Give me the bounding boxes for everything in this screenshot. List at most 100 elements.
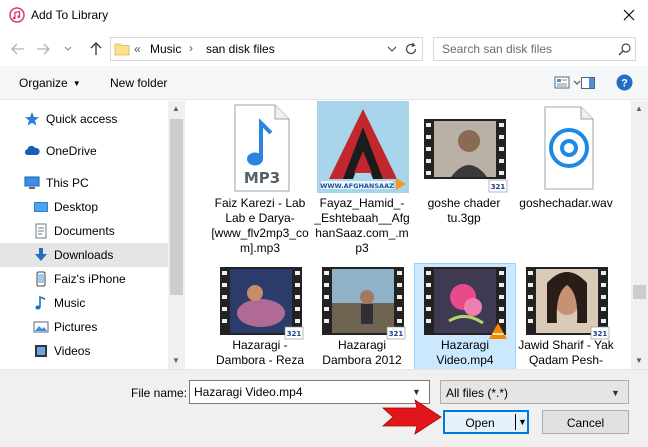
scroll-up-icon[interactable]: ▲: [172, 104, 180, 113]
file-name-field[interactable]: [194, 385, 404, 399]
file-item[interactable]: WWW.AFGHANSAAZ Fayaz_Hamid_-_Eshtebaah__…: [312, 101, 414, 269]
file-item[interactable]: 321 goshe chader tu.3gp: [414, 101, 516, 269]
cancel-button[interactable]: Cancel: [542, 410, 629, 434]
file-name: Fayaz_Hamid_-_Eshtebaah__AfghanSaaz.com_…: [314, 196, 410, 255]
search-input[interactable]: [442, 42, 612, 56]
svg-text:MP3: MP3: [244, 169, 280, 187]
file-name-label: File name:: [131, 386, 188, 400]
pictures-icon: [33, 321, 49, 333]
file-item[interactable]: MP3 Faiz Karezi - Lab Lab e Darya-[www_f…: [210, 101, 312, 269]
download-icon: [35, 248, 47, 261]
video-thumbnail: 321: [424, 119, 508, 193]
scrollbar-thumb[interactable]: [170, 119, 183, 295]
close-icon: [623, 9, 635, 21]
svg-text:321: 321: [491, 183, 506, 191]
afghansaaz-watermark: WWW.AFGHANSAAZ: [320, 182, 394, 190]
navigation-pane: Quick access OneDrive This PC Desktop Do…: [0, 101, 185, 369]
file-item[interactable]: 321 Hazaragi - Dambora - Reza: [210, 263, 312, 369]
file-name: goshe chader tu.3gp: [427, 196, 501, 225]
annotation-arrow-icon: [381, 399, 442, 435]
mp3-file-icon: MP3: [234, 104, 290, 192]
cancel-label: Cancel: [566, 416, 605, 430]
window-title: Add To Library: [31, 8, 109, 22]
sidebar-item-desktop[interactable]: Desktop: [0, 195, 168, 219]
svg-text:321: 321: [593, 330, 608, 338]
file-name: Hazaragi Video.mp4: [436, 338, 494, 367]
add-to-library-dialog: Add To Library « Music › san disk files …: [0, 0, 648, 447]
file-item-selected[interactable]: Hazaragi Video.mp4: [414, 263, 516, 369]
dialog-footer: File name: ▼ All files (*.*) ▼ Open ▼ Ca…: [0, 369, 648, 447]
breadcrumb-music[interactable]: Music: [150, 42, 181, 56]
file-item[interactable]: 321 Hazaragi Dambora 2012: [312, 263, 414, 369]
sidebar-item-music[interactable]: Music: [0, 291, 168, 315]
preview-pane-icon[interactable]: [580, 75, 596, 91]
help-icon[interactable]: ?: [616, 74, 633, 91]
caret-down-icon: ▼: [72, 79, 81, 89]
open-label: Open: [465, 416, 495, 430]
recent-locations-button[interactable]: [62, 39, 74, 59]
file-name: goshechadar.wav: [519, 196, 613, 210]
title-bar: Add To Library: [0, 0, 648, 31]
file-item[interactable]: goshechadar.wav: [516, 101, 618, 269]
forward-button[interactable]: [33, 39, 53, 59]
file-name: Hazaragi Dambora 2012: [322, 338, 402, 367]
documents-icon: [35, 223, 47, 239]
scroll-up-icon[interactable]: ▲: [635, 104, 643, 113]
search-box[interactable]: [433, 37, 636, 61]
close-button[interactable]: [612, 2, 646, 28]
sidebar-item-this-pc[interactable]: This PC: [0, 171, 168, 195]
scrollbar-thumb[interactable]: [633, 285, 646, 299]
sidebar-item-iphone[interactable]: Faiz's iPhone: [0, 267, 168, 291]
arrow-right-icon: [37, 43, 50, 55]
open-options-dropdown[interactable]: ▼: [518, 417, 527, 427]
breadcrumb-san-disk-files[interactable]: san disk files: [206, 42, 275, 56]
breadcrumb-separator[interactable]: ›: [189, 41, 193, 55]
videos-icon: [35, 345, 47, 357]
sidebar-item-quick-access[interactable]: Quick access: [0, 107, 168, 131]
new-folder-button[interactable]: New folder: [110, 76, 167, 90]
search-icon[interactable]: [618, 42, 632, 56]
open-button[interactable]: Open ▼: [443, 410, 529, 434]
folder-icon: [114, 43, 130, 56]
scroll-down-icon[interactable]: ▼: [635, 356, 643, 365]
navigation-scrollbar[interactable]: ▲ ▼: [168, 101, 185, 369]
file-type-value: All files (*.*): [446, 386, 509, 400]
split-divider: [515, 414, 516, 430]
file-type-select[interactable]: All files (*.*) ▼: [440, 380, 629, 404]
file-list-scrollbar[interactable]: ▲ ▼: [631, 101, 648, 369]
music-icon: [35, 295, 46, 310]
refresh-icon[interactable]: [403, 41, 419, 57]
arrow-up-icon: [90, 42, 102, 55]
file-name: Jawid Sharif - Yak Qadam Pesh-: [518, 338, 614, 367]
chevron-down-icon[interactable]: ▼: [412, 387, 421, 397]
file-name: Faiz Karezi - Lab Lab e Darya-[www_flv2m…: [211, 196, 309, 255]
command-bar: Organize ▼ New folder ?: [0, 66, 648, 100]
organize-button[interactable]: Organize ▼: [19, 76, 81, 90]
change-view-icon[interactable]: [554, 75, 582, 91]
desktop-icon: [34, 202, 48, 212]
scroll-down-icon[interactable]: ▼: [172, 356, 180, 365]
file-item[interactable]: 321 Jawid Sharif - Yak Qadam Pesh-: [516, 263, 618, 369]
navigation-row: « Music › san disk files: [0, 31, 648, 66]
sidebar-item-videos[interactable]: Videos: [0, 339, 168, 363]
file-list: MP3 Faiz Karezi - Lab Lab e Darya-[www_f…: [185, 101, 631, 369]
wav-file-icon: [544, 106, 594, 190]
computer-icon: [24, 176, 40, 189]
svg-text:321: 321: [389, 330, 404, 338]
address-bar[interactable]: « Music › san disk files: [110, 37, 423, 61]
chevron-down-icon[interactable]: [385, 42, 399, 56]
overflow-chevron[interactable]: «: [134, 42, 141, 56]
itunes-icon: [9, 7, 25, 23]
chevron-down-icon: [64, 46, 72, 51]
organize-label: Organize: [19, 76, 68, 90]
arrow-left-icon: [11, 43, 24, 55]
sidebar-item-pictures[interactable]: Pictures: [0, 315, 168, 339]
chevron-down-icon: ▼: [611, 388, 620, 398]
sidebar-item-downloads[interactable]: Downloads: [0, 243, 168, 267]
svg-text:?: ?: [621, 78, 628, 90]
sidebar-item-onedrive[interactable]: OneDrive: [0, 139, 168, 163]
back-button[interactable]: [8, 39, 28, 59]
svg-text:321: 321: [287, 330, 302, 338]
up-button[interactable]: [86, 39, 106, 59]
sidebar-item-documents[interactable]: Documents: [0, 219, 168, 243]
